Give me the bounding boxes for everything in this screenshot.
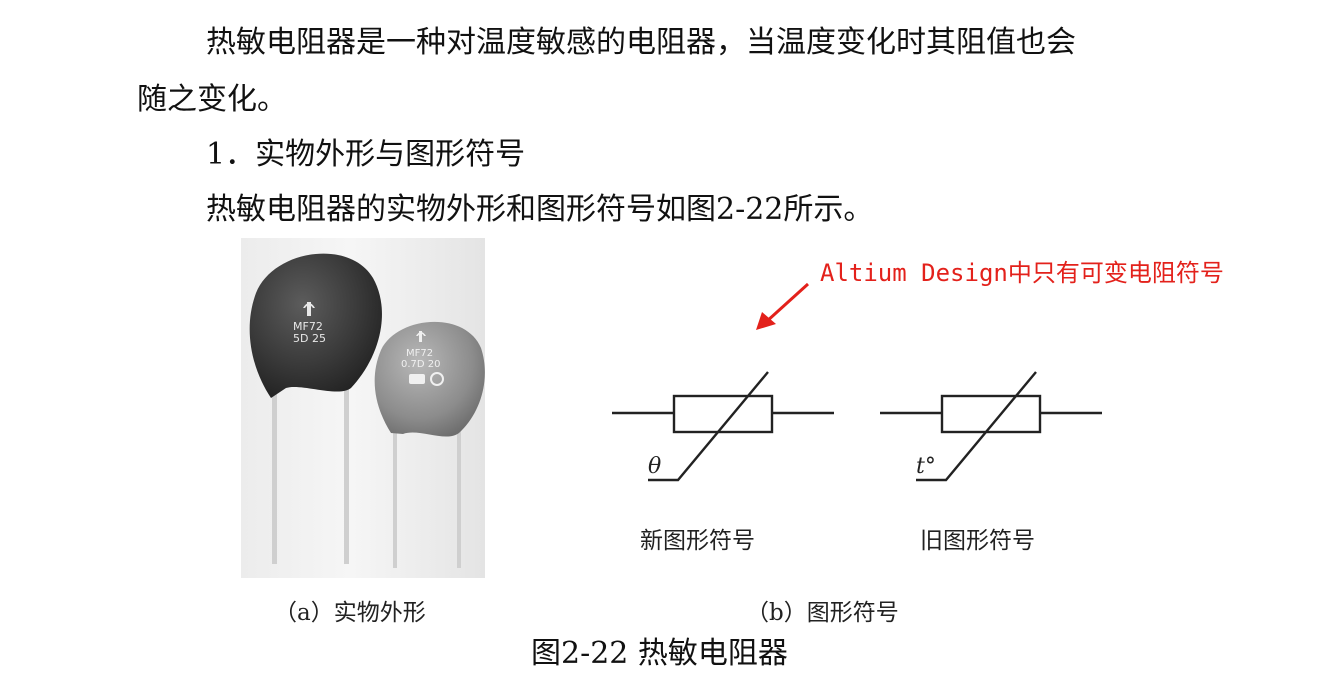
large-lead-right — [344, 388, 349, 564]
caption-a: （a）实物外形 — [274, 600, 426, 626]
old-symbol-caption: 旧图形符号 — [920, 528, 1035, 554]
old-thermistor-symbol — [880, 371, 1102, 482]
small-thermistor-body — [374, 321, 485, 437]
large-marking-2: 5D 25 — [293, 332, 326, 345]
red-annotation: Altium Design中只有可变电阻符号 — [820, 259, 1224, 287]
theta-label: θ — [648, 454, 661, 479]
figure-title: 图2-22 热敏电阻器 — [531, 636, 788, 671]
caption-b: （b）图形符号 — [746, 600, 899, 626]
t-degree-label: t° — [916, 454, 936, 479]
paragraph-1-line-1: 热敏电阻器是一种对温度敏感的电阻器，当温度变化时其阻值也会 — [206, 25, 1076, 60]
new-thermistor-symbol — [612, 371, 834, 482]
section-heading: 1．实物外形与图形符号 — [206, 137, 526, 172]
thermistor-symbols: θ t° — [612, 371, 1102, 482]
small-lead-left — [393, 423, 397, 568]
small-marking-2: 0.7D 20 — [401, 359, 441, 370]
small-lead-right — [457, 423, 461, 568]
large-lead-left — [272, 388, 277, 564]
new-symbol-caption: 新图形符号 — [640, 528, 755, 554]
annotation-arrow-icon — [756, 282, 810, 330]
small-marking-1: MF72 — [406, 348, 433, 359]
paragraph-1-line-2: 随之变化。 — [137, 82, 287, 117]
paragraph-2: 热敏电阻器的实物外形和图形符号如图2-22所示。 — [206, 192, 874, 227]
thermistor-photo: MF72 5D 25 MF72 0.7D 20 — [241, 238, 485, 578]
